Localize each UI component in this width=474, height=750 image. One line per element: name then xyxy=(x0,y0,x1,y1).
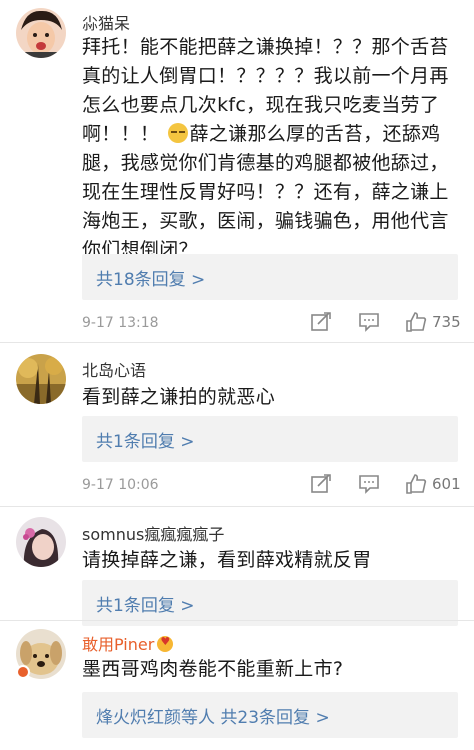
reply-count-link[interactable]: 烽火炽红颜等人 共23条回复 > xyxy=(96,703,330,728)
reply-summary-button[interactable]: 烽火炽红颜等人 共23条回复 > xyxy=(82,692,458,738)
vip-badge-icon xyxy=(16,665,30,679)
comment-item: 北岛心语 看到薛之谦拍的就恶心 共1条回复 > 9-17 10:06 601 xyxy=(0,343,474,503)
comment-icon[interactable] xyxy=(358,473,380,495)
thumbs-up-icon[interactable] xyxy=(405,473,427,495)
comment-text: 请换掉薛之谦，看到薛戏精就反胃 xyxy=(82,549,372,571)
username[interactable]: 北岛心语 xyxy=(82,357,146,381)
comment-meta: 9-17 10:06 601 xyxy=(82,473,462,499)
reply-count-link[interactable]: 共1条回复 > xyxy=(96,427,194,452)
avatar[interactable] xyxy=(16,629,66,679)
reply-summary-button[interactable]: 共18条回复 > xyxy=(82,254,458,300)
reply-summary-button[interactable]: 共1条回复 > xyxy=(82,416,458,462)
avatar[interactable] xyxy=(16,517,66,567)
reply-count-link[interactable]: 共1条回复 > xyxy=(96,591,194,616)
comment-meta: 9-17 13:18 735 xyxy=(82,311,462,337)
reply-count-link[interactable]: 共18条回复 > xyxy=(96,265,205,290)
username[interactable]: 敢用Piner xyxy=(82,631,174,655)
username-text: 敢用Piner xyxy=(82,635,155,654)
comment-text: 拜托！能不能把薛之谦换掉！？？那个舌苔真的让人倒胃口！？？？？我以前一个月再怎么… xyxy=(82,33,458,265)
comment-item: somnus瘋瘋瘋瘋子 请换掉薛之谦，看到薛戏精就反胃 共1条回复 > xyxy=(0,507,474,626)
comment-text: 看到薛之谦拍的就恶心 xyxy=(82,386,276,408)
timestamp: 9-17 13:18 xyxy=(82,315,159,331)
avatar[interactable] xyxy=(16,8,66,58)
share-edit-icon[interactable] xyxy=(310,473,332,495)
timestamp: 9-17 10:06 xyxy=(82,477,159,493)
heart-eyes-emoji-icon xyxy=(157,635,174,652)
username[interactable]: somnus瘋瘋瘋瘋子 xyxy=(82,521,224,545)
share-edit-icon[interactable] xyxy=(310,311,332,333)
comment-item: 尛猫呆 拜托！能不能把薛之谦换掉！？？那个舌苔真的让人倒胃口！？？？？我以前一个… xyxy=(0,0,474,340)
comment-text: 墨西哥鸡肉卷能不能重新上市? xyxy=(82,658,344,680)
username[interactable]: 尛猫呆 xyxy=(82,10,130,34)
thumbs-up-icon[interactable] xyxy=(405,311,427,333)
comment-item: 敢用Piner 墨西哥鸡肉卷能不能重新上市? 烽火炽红颜等人 共23条回复 > xyxy=(0,621,474,750)
smirk-emoji-icon xyxy=(167,123,188,143)
avatar[interactable] xyxy=(16,354,66,404)
comment-icon[interactable] xyxy=(358,311,380,333)
like-count: 601 xyxy=(432,475,461,493)
like-count: 735 xyxy=(432,313,461,331)
